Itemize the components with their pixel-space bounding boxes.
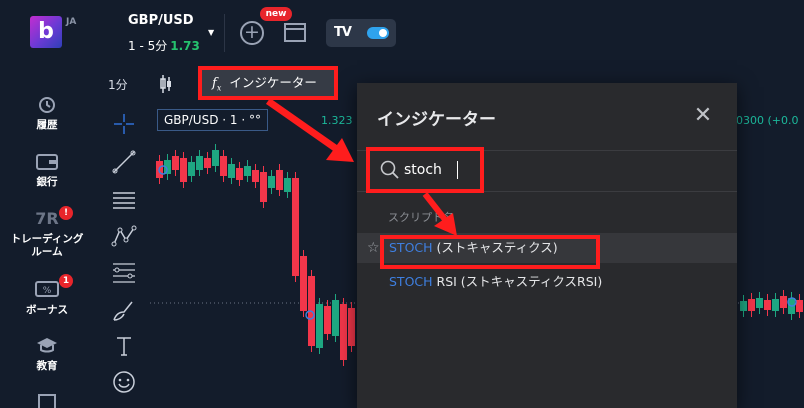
dialog-title: インジケーター [377, 110, 496, 130]
sidebar-item-label: ボーナス [26, 304, 68, 316]
fx-sub: x [216, 83, 222, 93]
sidebar-item-education[interactable]: 教育 [0, 336, 94, 373]
left-sidebar: 履歴 銀行 7R トレーディング ルーム ! % ボーナス 1 教育 [0, 66, 94, 408]
indicators-button[interactable]: fx インジケーター [198, 66, 338, 100]
sidebar-item-bonus[interactable]: % ボーナス 1 [0, 274, 94, 317]
text-tool-icon[interactable] [110, 332, 138, 360]
pattern-icon[interactable] [110, 222, 138, 250]
layout-icon[interactable] [284, 23, 306, 42]
sidebar-item-label: 銀行 [36, 176, 58, 188]
indicator-result-stoch-rsi[interactable]: STOCH RSI (ストキャスティクスRSI) [357, 267, 737, 297]
timeframe-button[interactable]: 1分 [108, 76, 128, 93]
sidebar-item-history[interactable]: 履歴 [0, 95, 94, 132]
language-indicator[interactable]: JA [66, 17, 76, 27]
tradingview-logo-icon: TV [334, 25, 352, 40]
result-highlight-box [380, 235, 600, 269]
alert-badge: ! [59, 206, 73, 220]
brush-icon[interactable] [110, 296, 138, 324]
add-asset-button[interactable]: + [240, 21, 264, 45]
sidebar-item-label: 教育 [36, 360, 58, 372]
price-readout: 1.323 [321, 114, 353, 127]
trading-room-icon: 7R [35, 209, 59, 228]
new-badge: new [260, 7, 292, 21]
divider [224, 14, 225, 52]
toggle-switch[interactable] [367, 27, 389, 39]
asset-pair-name[interactable]: GBP/USD [128, 13, 194, 28]
sidebar-item-trading-room[interactable]: 7R トレーディング ルーム ! [0, 206, 94, 259]
svg-text:%: % [43, 286, 52, 296]
symbol-tail: °° [248, 113, 261, 127]
symbol-text: GBP/USD · 1 · [164, 113, 249, 127]
bonus-icon: % [0, 280, 94, 300]
tradingview-toggle[interactable]: TV [326, 19, 396, 47]
calendar-icon [0, 392, 94, 408]
horizontal-lines-icon[interactable] [110, 186, 138, 214]
chevron-down-icon[interactable]: ▼ [208, 28, 214, 37]
star-icon[interactable]: ☆ [367, 233, 380, 263]
crosshair-icon[interactable] [110, 110, 138, 138]
text-caret [457, 161, 458, 179]
chart-symbol-label: GBP/USD · 1 · °° [157, 109, 268, 131]
wallet-icon [0, 152, 94, 172]
candlestick-icon[interactable] [159, 74, 173, 94]
result-description: RSI (ストキャスティクスRSI) [432, 274, 603, 289]
search-icon [379, 159, 401, 181]
trend-line-icon[interactable] [110, 148, 138, 176]
search-field-highlight[interactable] [366, 147, 484, 193]
sidebar-item-calendar[interactable] [0, 392, 94, 408]
count-badge: 1 [59, 274, 73, 288]
indicators-button-label: インジケーター [229, 75, 317, 90]
fib-retracement-icon[interactable] [110, 258, 138, 286]
function-icon: fx [212, 76, 222, 93]
result-label: STOCH RSI (ストキャスティクスRSI) [389, 267, 602, 297]
sidebar-item-label: 履歴 [36, 119, 58, 131]
search-input[interactable] [404, 157, 478, 183]
sidebar-item-label: トレーディング ルーム [0, 233, 94, 259]
drawing-tools [104, 108, 144, 408]
result-keyword: STOCH [389, 274, 433, 289]
emoji-icon[interactable] [110, 368, 138, 396]
payout-change: 1.73 [170, 39, 200, 53]
history-icon [0, 95, 94, 115]
education-icon [0, 336, 94, 356]
app-logo[interactable]: b [30, 16, 62, 48]
close-icon[interactable]: ✕ [692, 105, 714, 127]
label-line-1: トレーディング [10, 233, 84, 245]
interval-text: 1 - 5分 [128, 39, 168, 53]
price-change-readout: 0300 (+0.0 [736, 114, 799, 127]
section-label: スクリプト名 [388, 211, 454, 224]
asset-subtitle: 1 - 5分 1.73 [128, 37, 200, 54]
sidebar-item-bank[interactable]: 銀行 [0, 152, 94, 189]
top-bar: b JA GBP/USD ▼ 1 - 5分 1.73 + new TV [0, 0, 804, 66]
indicators-dialog: インジケーター ✕ スクリプト名 ☆ STOCH (ストキャスティクス) STO… [357, 83, 737, 408]
label-line-2: ルーム [31, 246, 63, 258]
